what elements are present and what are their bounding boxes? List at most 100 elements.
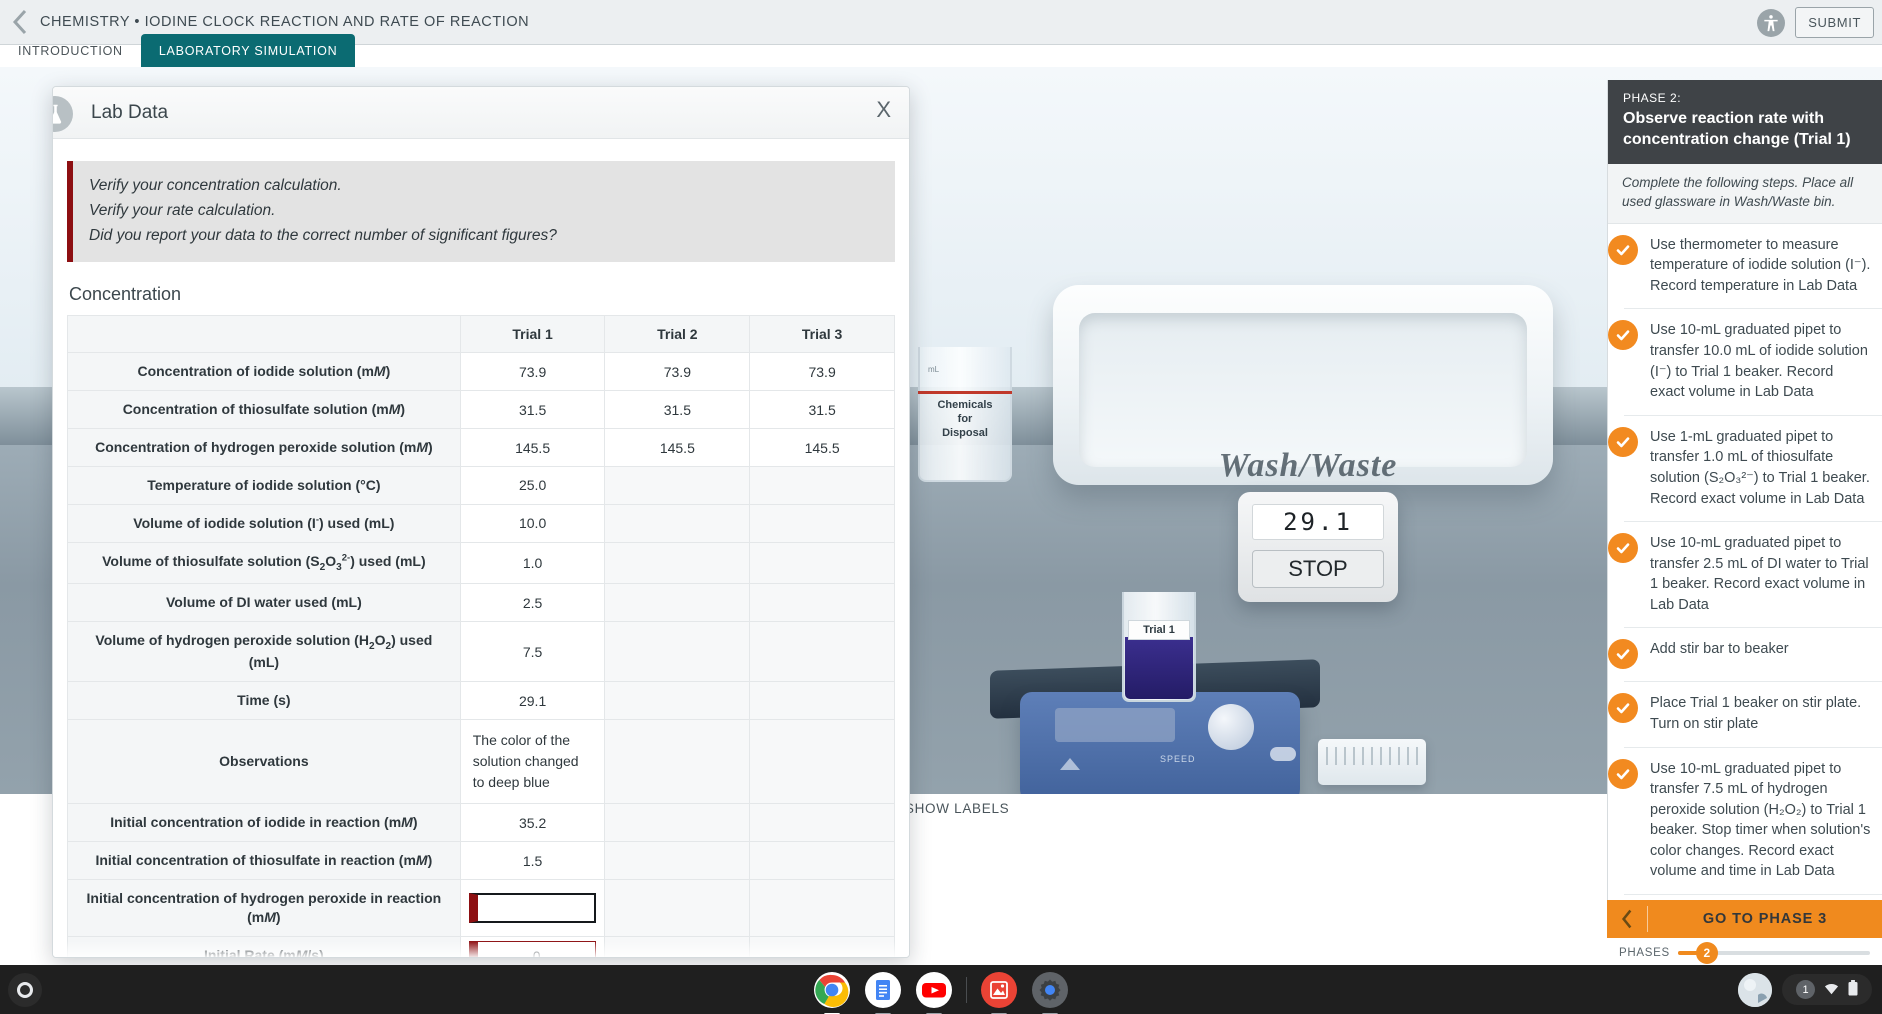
- data-cell: 25.0: [459, 466, 606, 505]
- trial-1-beaker[interactable]: Trial 1: [1122, 592, 1196, 702]
- alert-line-3: Did you report your data to the correct …: [89, 227, 557, 245]
- check-icon: [1608, 693, 1638, 724]
- alert-line-2: Verify your rate calculation.: [89, 202, 276, 220]
- row-label: Concentration of hydrogen peroxide solut…: [67, 428, 461, 467]
- phases-track[interactable]: 2: [1677, 942, 1870, 964]
- table-row: Time (s) 29.1: [67, 681, 895, 721]
- phases-label: PHASES: [1619, 947, 1670, 959]
- instruction-step[interactable]: Use 1-mL graduated pipet to transfer 1.0…: [1608, 416, 1882, 523]
- divider: [966, 976, 967, 1003]
- stir-plate-indicator-icon: [1060, 758, 1080, 770]
- taskbar-status[interactable]: 1: [1738, 972, 1872, 1007]
- go-to-phase-3-button[interactable]: GO TO PHASE 3: [1607, 900, 1882, 938]
- table-row: Volume of thiosulfate solution (S2O32-) …: [67, 541, 895, 585]
- data-cell: 35.2: [459, 803, 606, 843]
- table-row: Volume of iodide solution (I-) used (mL)…: [67, 503, 895, 543]
- empty-cell: [604, 583, 751, 623]
- waste-label-line1: Chemicals: [937, 399, 993, 411]
- instruction-step-text: Use 10-mL graduated pipet to transfer 7.…: [1650, 760, 1871, 880]
- lab-data-modal[interactable]: Lab Data X Verify your concentration cal…: [52, 86, 910, 958]
- row-label: Volume of thiosulfate solution (S2O32-) …: [67, 541, 461, 585]
- accessibility-icon[interactable]: [1757, 8, 1786, 37]
- empty-cell: [749, 681, 895, 721]
- data-cell: 73.9: [604, 352, 751, 392]
- timer-widget[interactable]: 29.1 STOP: [1238, 492, 1398, 602]
- breadcrumb: CHEMISTRY • IODINE CLOCK REACTION AND RA…: [40, 14, 530, 30]
- settings-icon[interactable]: [1031, 971, 1069, 1014]
- empty-cell: [749, 879, 895, 937]
- current-phase-badge[interactable]: 2: [1695, 942, 1718, 964]
- instruction-step-text: Add stir bar to beaker: [1650, 641, 1789, 658]
- instructions-panel[interactable]: PHASE 2: Observe reaction rate with conc…: [1607, 80, 1882, 960]
- tab-laboratory-simulation[interactable]: LABORATORY SIMULATION: [140, 34, 356, 67]
- input-cell[interactable]: [459, 879, 606, 937]
- row-label: Temperature of iodide solution (°C): [67, 466, 461, 505]
- table-row: Concentration of thiosulfate solution (m…: [67, 390, 895, 430]
- stir-plate[interactable]: SPEED: [1020, 692, 1300, 794]
- lab-data-input[interactable]: [468, 892, 597, 923]
- instruction-step[interactable]: Place Trial 1 beaker on stir plate. Turn…: [1608, 682, 1882, 748]
- row-label: Observations: [67, 719, 461, 805]
- waste-label-line3: Disposal: [942, 426, 988, 439]
- stir-plate-screen: [1055, 708, 1175, 742]
- timer-stop-button[interactable]: STOP: [1252, 550, 1384, 588]
- phases-progress[interactable]: PHASES 2: [1607, 938, 1882, 968]
- go-to-phase-3-label: GO TO PHASE 3: [1702, 911, 1828, 927]
- data-cell: 2.5: [459, 583, 606, 623]
- check-icon: [1608, 533, 1638, 564]
- submit-button[interactable]: SUBMIT: [1795, 7, 1874, 38]
- wifi-icon[interactable]: [1824, 982, 1839, 998]
- instruction-step-text: Use thermometer to measure temperature o…: [1650, 236, 1871, 294]
- tab-introduction[interactable]: INTRODUCTION: [0, 34, 141, 67]
- table-row: Observations The color of the solution ch…: [67, 719, 895, 805]
- chrome-icon[interactable]: [813, 971, 851, 1014]
- row-label: Volume of iodide solution (I-) used (mL): [67, 503, 461, 543]
- empty-cell: [604, 719, 751, 805]
- lab-data-title: Lab Data: [91, 101, 169, 123]
- table-row: Volume of hydrogen peroxide solution (H2…: [67, 621, 895, 683]
- table-row: Concentration of hydrogen peroxide solut…: [67, 428, 895, 467]
- empty-cell: [604, 621, 751, 683]
- instruction-step[interactable]: Use thermometer to measure temperature o…: [1608, 224, 1882, 310]
- empty-cell: [749, 803, 895, 843]
- close-icon[interactable]: X: [876, 99, 891, 121]
- waste-beaker[interactable]: mL Chemicals for Disposal: [918, 347, 1012, 482]
- avatar[interactable]: [1738, 972, 1772, 1007]
- instruction-step[interactable]: Use 10-mL graduated pipet to transfer 2.…: [1608, 522, 1882, 629]
- waste-beaker-label: Chemicals for Disposal: [920, 399, 1010, 440]
- tab-bar: INTRODUCTION LABORATORY SIMULATION: [0, 34, 1882, 67]
- col-header-blank: [67, 315, 461, 354]
- empty-cell: [604, 541, 751, 585]
- show-labels-tool-label: SHOW LABELS: [904, 800, 1010, 816]
- lab-data-body[interactable]: Verify your concentration calculation. V…: [53, 139, 909, 957]
- instruction-step[interactable]: Add stir bar to beaker: [1608, 628, 1882, 683]
- data-cell: 1.5: [459, 841, 606, 881]
- data-cell: 31.5: [749, 390, 895, 430]
- battery-icon[interactable]: [1848, 980, 1858, 999]
- table-header-row: Trial 1 Trial 2 Trial 3: [67, 315, 895, 354]
- empty-cell: [749, 841, 895, 881]
- instruction-step[interactable]: Use 10-mL graduated pipet to transfer 7.…: [1608, 748, 1882, 896]
- stir-plate-speed-label: SPEED: [1160, 754, 1196, 764]
- instruction-step[interactable]: Use 10-mL graduated pipet to transfer 10…: [1608, 309, 1882, 416]
- col-header-trial-1: Trial 1: [459, 315, 606, 354]
- phase-kicker: PHASE 2:: [1623, 91, 1682, 105]
- system-tray[interactable]: 1: [1782, 974, 1872, 1005]
- docs-icon[interactable]: [864, 971, 902, 1014]
- alert-line-1: Verify your concentration calculation.: [89, 177, 342, 194]
- youtube-icon[interactable]: [915, 971, 953, 1014]
- os-taskbar: 1: [0, 965, 1882, 1014]
- row-label: Initial concentration of iodide in react…: [67, 803, 461, 843]
- chevron-left-icon[interactable]: [1607, 908, 1647, 930]
- empty-cell: [749, 583, 895, 623]
- row-label: Initial concentration of thiosulfate in …: [67, 841, 461, 881]
- stir-plate-button[interactable]: [1270, 747, 1296, 761]
- photos-icon[interactable]: [980, 971, 1018, 1014]
- stir-plate-knob[interactable]: [1208, 704, 1254, 750]
- row-label: Volume of DI water used (mL): [67, 583, 461, 623]
- pipet-rack[interactable]: [1318, 739, 1426, 785]
- data-cell: The color of the solution changed to dee…: [459, 719, 606, 805]
- phase-header: PHASE 2: Observe reaction rate with conc…: [1608, 80, 1882, 164]
- section-title-concentration: Concentration: [69, 284, 182, 305]
- empty-cell: [749, 621, 895, 683]
